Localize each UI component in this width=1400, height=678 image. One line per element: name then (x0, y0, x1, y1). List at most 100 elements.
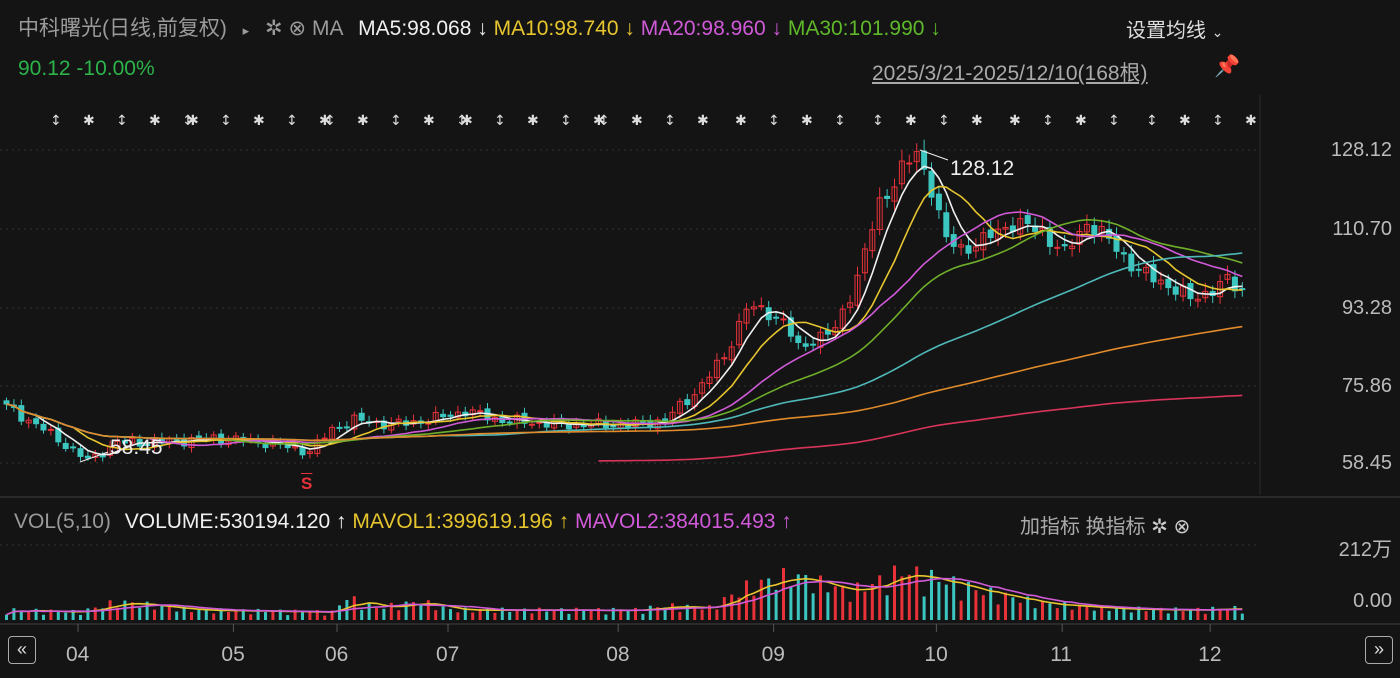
candle-body (780, 318, 787, 321)
volume-bar (833, 586, 837, 620)
volume-bar (286, 615, 290, 620)
mavol1-value: MAVOL1:399619.196 (352, 510, 553, 533)
event-marker-icon[interactable]: ✱ (83, 113, 95, 129)
volume-bar (759, 579, 763, 620)
event-marker-icon[interactable]: ↕ (834, 113, 846, 129)
event-marker-icon[interactable]: ✱ (527, 113, 539, 129)
volume-bar (856, 582, 859, 620)
volume-bar (27, 611, 31, 620)
add-indicator-button[interactable]: 加指标 (1020, 516, 1080, 538)
volume-bar (530, 613, 534, 620)
candle-body (1128, 253, 1135, 272)
switch-indicator-button[interactable]: 换指标 (1086, 516, 1146, 538)
event-marker-icon[interactable]: ✱ (1245, 113, 1257, 129)
event-marker-icon[interactable]: ✱ (801, 113, 813, 129)
candle-body (440, 413, 447, 418)
close-icon[interactable]: ⊗ (1173, 516, 1190, 538)
volume-bar (123, 600, 127, 620)
volume-bar (922, 596, 926, 620)
event-marker-icon[interactable]: ↕ (1042, 113, 1054, 129)
event-marker-icon[interactable]: ✱ (697, 113, 709, 129)
event-marker-icon[interactable]: ↕ (872, 113, 884, 129)
event-marker-icon[interactable]: ✱ (971, 113, 983, 129)
candle-body (1024, 215, 1031, 225)
event-marker-icon[interactable]: ↕ (1146, 113, 1158, 129)
event-marker-icon[interactable]: ↕ (456, 113, 468, 129)
volume-bar (264, 612, 267, 620)
event-marker-icon[interactable]: ✱ (1075, 113, 1087, 129)
candlestick-chart[interactable]: ↕ ✱ ↕ ✱ ↕ ✱ ↕ ✱ ↕✱ ↕ ✱ ↕ ✱ ↕ ✱ ↕ ✱↕ ✱ ↕ ✱ ↕ ✱ ↕ ✱ ↕✱ ↕ ✱ ↕ ✱ ↕ ✱ ↕ ✱↕ ✱ ↕ ✱ (0, 0, 1400, 678)
event-marker-icon[interactable]: ↕ (286, 113, 298, 129)
volume-bar (160, 605, 164, 620)
expand-arrow-icon[interactable]: ▸ (243, 23, 250, 38)
candle-body (3, 400, 10, 405)
event-marker-icon[interactable]: ✱ (631, 113, 643, 129)
volume-bar (167, 606, 171, 620)
event-marker-icon[interactable]: ✱ (149, 113, 161, 129)
event-marker-icon[interactable]: ✱ (423, 113, 435, 129)
y-tick: 93.28 (1341, 297, 1392, 319)
sell-signal-marker[interactable]: S (301, 474, 312, 494)
volume-bar (693, 607, 697, 620)
volume-bar (1070, 609, 1074, 620)
event-marker-icon[interactable]: ↕ (116, 113, 128, 129)
event-marker-icon[interactable]: ✱ (735, 113, 747, 129)
scroll-left-button[interactable]: « (8, 636, 36, 664)
volume-bar (338, 605, 341, 620)
candle-body (99, 454, 106, 458)
volume-bar (441, 606, 445, 620)
event-marker-icon[interactable]: ✱ (1179, 113, 1191, 129)
volume-bar (175, 611, 179, 620)
close-icon[interactable]: ⊗ (289, 17, 307, 40)
mavol1-arrow-icon: ↑ (558, 510, 570, 533)
event-marker-icon[interactable]: ↕ (664, 113, 676, 129)
volume-bar (12, 608, 16, 620)
volume-bar (42, 614, 45, 620)
volume-bar (367, 602, 371, 620)
volume-bar (915, 566, 919, 620)
event-marker-icon[interactable]: ✱ (357, 113, 369, 129)
volume-bar (1144, 611, 1148, 620)
ma10-arrow-icon: ↓ (624, 17, 635, 40)
date-range[interactable]: 2025/3/21-2025/12/10(168根) (872, 57, 1148, 87)
event-marker-icon[interactable]: ✱ (593, 113, 605, 129)
event-marker-icon[interactable]: ✱ (253, 113, 265, 129)
event-marker-icon[interactable]: ↕ (560, 113, 572, 129)
event-marker-icon[interactable]: ↕ (768, 113, 780, 129)
event-marker-icon[interactable]: ↕ (390, 113, 402, 129)
pin-icon[interactable]: 📌 (1214, 55, 1240, 79)
volume-bar (959, 600, 963, 620)
volume-bar (996, 604, 1000, 620)
gear-icon[interactable]: ✲ (1151, 516, 1168, 538)
ma-settings-dropdown[interactable]: 设置均线 ⌄ (1126, 14, 1223, 43)
x-tick: 04 (66, 643, 90, 666)
volume-bar (360, 609, 364, 620)
stock-title[interactable]: 中科曙光(日线,前复权) (18, 17, 227, 40)
event-marker-icon[interactable]: ✱ (1009, 113, 1021, 129)
volume-bar (271, 611, 275, 620)
event-marker-icon[interactable]: ↕ (938, 113, 950, 129)
volume-bar (19, 610, 23, 620)
event-marker-icon[interactable]: ✱ (319, 113, 331, 129)
volume-bar (989, 587, 993, 620)
volume-bar (1041, 601, 1044, 620)
scroll-right-button[interactable]: » (1365, 636, 1393, 664)
volume-value: VOLUME:530194.120 (124, 510, 331, 533)
candle-body (1172, 286, 1179, 295)
volume-bar (190, 612, 193, 620)
event-marker-icon[interactable]: ↕ (1212, 113, 1224, 129)
event-marker-icon[interactable]: ✱ (905, 113, 917, 129)
event-marker-icon[interactable]: ↕ (50, 113, 62, 129)
volume-bar (648, 605, 652, 620)
volume-bar (471, 612, 475, 620)
volume-bar (678, 611, 682, 620)
volume-bar (774, 589, 778, 620)
candle-body (77, 448, 84, 457)
event-marker-icon[interactable]: ↕ (220, 113, 232, 129)
event-marker-icon[interactable]: ↕ (182, 113, 194, 129)
gear-icon[interactable]: ✲ (265, 17, 283, 40)
volume-bar (1055, 608, 1059, 620)
event-marker-icon[interactable]: ↕ (1108, 113, 1120, 129)
candle-body (173, 438, 180, 441)
event-marker-icon[interactable]: ↕ (494, 113, 506, 129)
